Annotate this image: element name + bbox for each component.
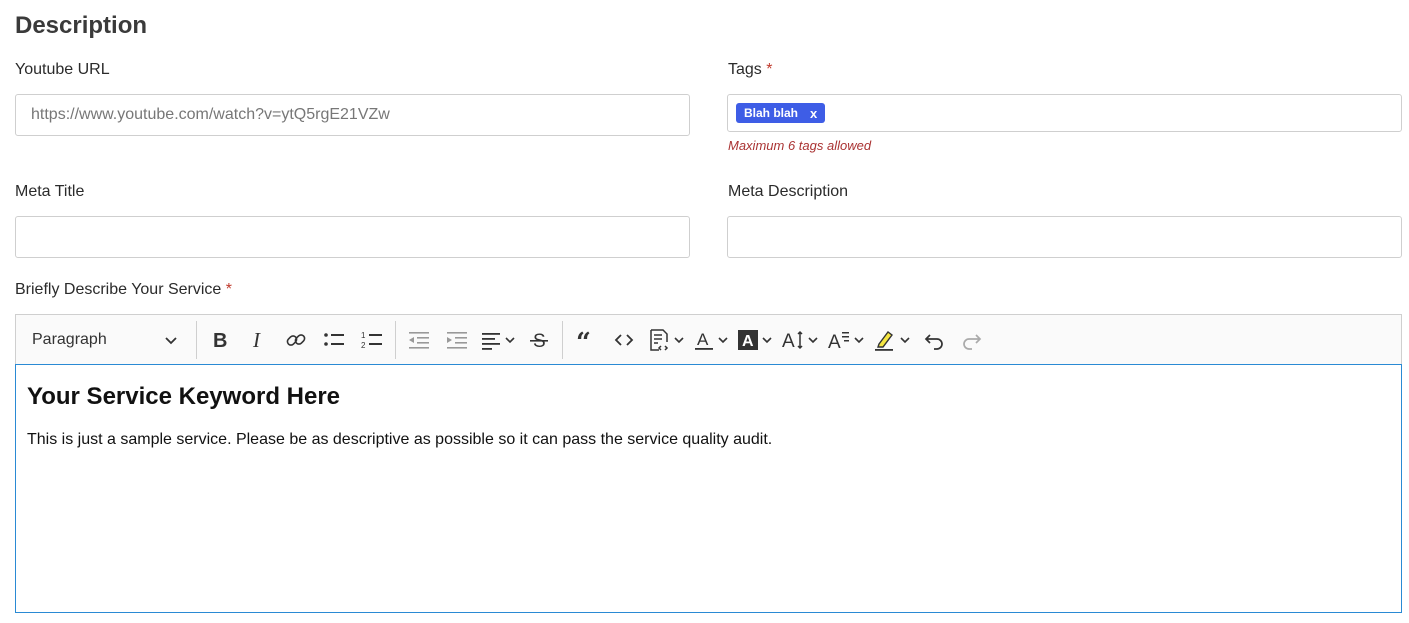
bulleted-list-button[interactable]	[315, 323, 353, 357]
chevron-down-icon	[762, 336, 772, 343]
toolbar-separator	[395, 320, 396, 359]
service-required-mark: *	[225, 281, 232, 298]
meta-title-field[interactable]	[15, 216, 690, 258]
chevron-down-icon	[718, 336, 728, 343]
outdent-button[interactable]	[400, 323, 438, 357]
indent-icon	[447, 331, 467, 349]
bulleted-list-icon	[324, 332, 344, 346]
chevron-down-icon	[505, 336, 515, 343]
chevron-down-icon	[808, 336, 818, 343]
template-icon	[650, 328, 669, 351]
link-button[interactable]	[277, 323, 315, 357]
undo-icon	[924, 333, 943, 350]
font-size-icon: A	[782, 330, 803, 351]
meta-title-label: Meta Title	[15, 183, 84, 201]
italic-button[interactable]: I	[239, 323, 277, 357]
toolbar-separator	[196, 320, 197, 359]
svg-text:“: “	[576, 329, 591, 351]
tags-label-text: Tags	[728, 61, 762, 78]
quote-icon: “	[576, 329, 591, 351]
font-family-dropdown[interactable]: A	[823, 323, 869, 357]
section-title: Description	[15, 12, 148, 39]
tags-required-mark: *	[766, 61, 773, 78]
tags-limit-hint: Maximum 6 tags allowed	[728, 138, 872, 153]
youtube-url-label-text: Youtube URL	[15, 61, 110, 78]
code-button[interactable]	[605, 323, 643, 357]
svg-text:1: 1	[361, 331, 366, 340]
block-quote-button[interactable]: “	[567, 323, 605, 357]
paragraph-format-dropdown[interactable]: Paragraph	[16, 323, 192, 357]
chevron-down-icon	[165, 336, 177, 344]
editor-toolbar: Paragraph B I 12 S “ A A A A	[15, 314, 1402, 364]
youtube-url-field[interactable]	[15, 94, 690, 136]
toolbar-separator	[562, 320, 563, 359]
svg-text:A: A	[828, 332, 841, 351]
svg-text:2: 2	[361, 341, 366, 350]
meta-description-label-text: Meta Description	[728, 183, 849, 200]
numbered-list-button[interactable]: 12	[353, 323, 391, 357]
tag-label: Blah blah	[744, 106, 799, 120]
italic-icon: I	[252, 329, 261, 351]
tags-input[interactable]: Blah blah x	[727, 94, 1402, 132]
redo-icon	[963, 333, 982, 350]
svg-text:A: A	[742, 333, 754, 350]
service-description-label: Briefly Describe Your Service *	[15, 281, 232, 299]
redo-button[interactable]	[953, 323, 991, 357]
font-family-icon: A	[828, 331, 849, 351]
insert-template-dropdown[interactable]	[643, 323, 689, 357]
youtube-url-input[interactable]	[16, 95, 689, 135]
undo-button[interactable]	[915, 323, 953, 357]
meta-title-input[interactable]	[16, 217, 689, 257]
tags-label: Tags *	[728, 61, 772, 79]
meta-description-label: Meta Description	[728, 183, 848, 201]
svg-text:I: I	[252, 329, 261, 351]
paragraph-format-value: Paragraph	[32, 330, 107, 348]
font-size-dropdown[interactable]: A	[777, 323, 823, 357]
service-description-label-text: Briefly Describe Your Service	[15, 281, 222, 298]
meta-description-input[interactable]	[728, 217, 1401, 257]
svg-text:A: A	[697, 330, 709, 349]
strikethrough-button[interactable]: S	[520, 323, 558, 357]
editor-heading: Your Service Keyword Here	[27, 383, 341, 410]
svg-text:A: A	[782, 331, 795, 351]
bold-button[interactable]: B	[201, 323, 239, 357]
rich-text-editor[interactable]: Your Service Keyword Here This is just a…	[15, 364, 1402, 613]
numbered-list-icon: 12	[361, 331, 382, 350]
highlighter-icon	[875, 330, 893, 351]
meta-description-field[interactable]	[727, 216, 1402, 258]
strikethrough-icon: S	[530, 331, 548, 351]
tag-remove-button[interactable]: x	[810, 106, 817, 121]
indent-button[interactable]	[438, 323, 476, 357]
font-background-color-dropdown[interactable]: A	[733, 323, 777, 357]
youtube-url-label: Youtube URL	[15, 61, 110, 79]
meta-title-label-text: Meta Title	[15, 183, 85, 200]
chevron-down-icon	[900, 336, 910, 343]
tag-chip: Blah blah x	[736, 103, 826, 123]
align-dropdown[interactable]	[476, 323, 520, 357]
highlight-dropdown[interactable]	[869, 323, 915, 357]
chevron-down-icon	[854, 336, 864, 343]
svg-text:B: B	[213, 330, 227, 351]
editor-paragraph: This is just a sample service. Please be…	[27, 431, 773, 448]
font-color-icon: A	[695, 330, 713, 350]
font-background-color-icon: A	[738, 329, 758, 350]
link-icon	[286, 333, 306, 346]
align-left-icon	[482, 332, 500, 350]
chevron-down-icon	[674, 336, 684, 343]
bold-icon: B	[213, 330, 227, 351]
font-color-dropdown[interactable]: A	[689, 323, 733, 357]
outdent-icon	[409, 331, 429, 349]
code-icon	[614, 333, 634, 346]
